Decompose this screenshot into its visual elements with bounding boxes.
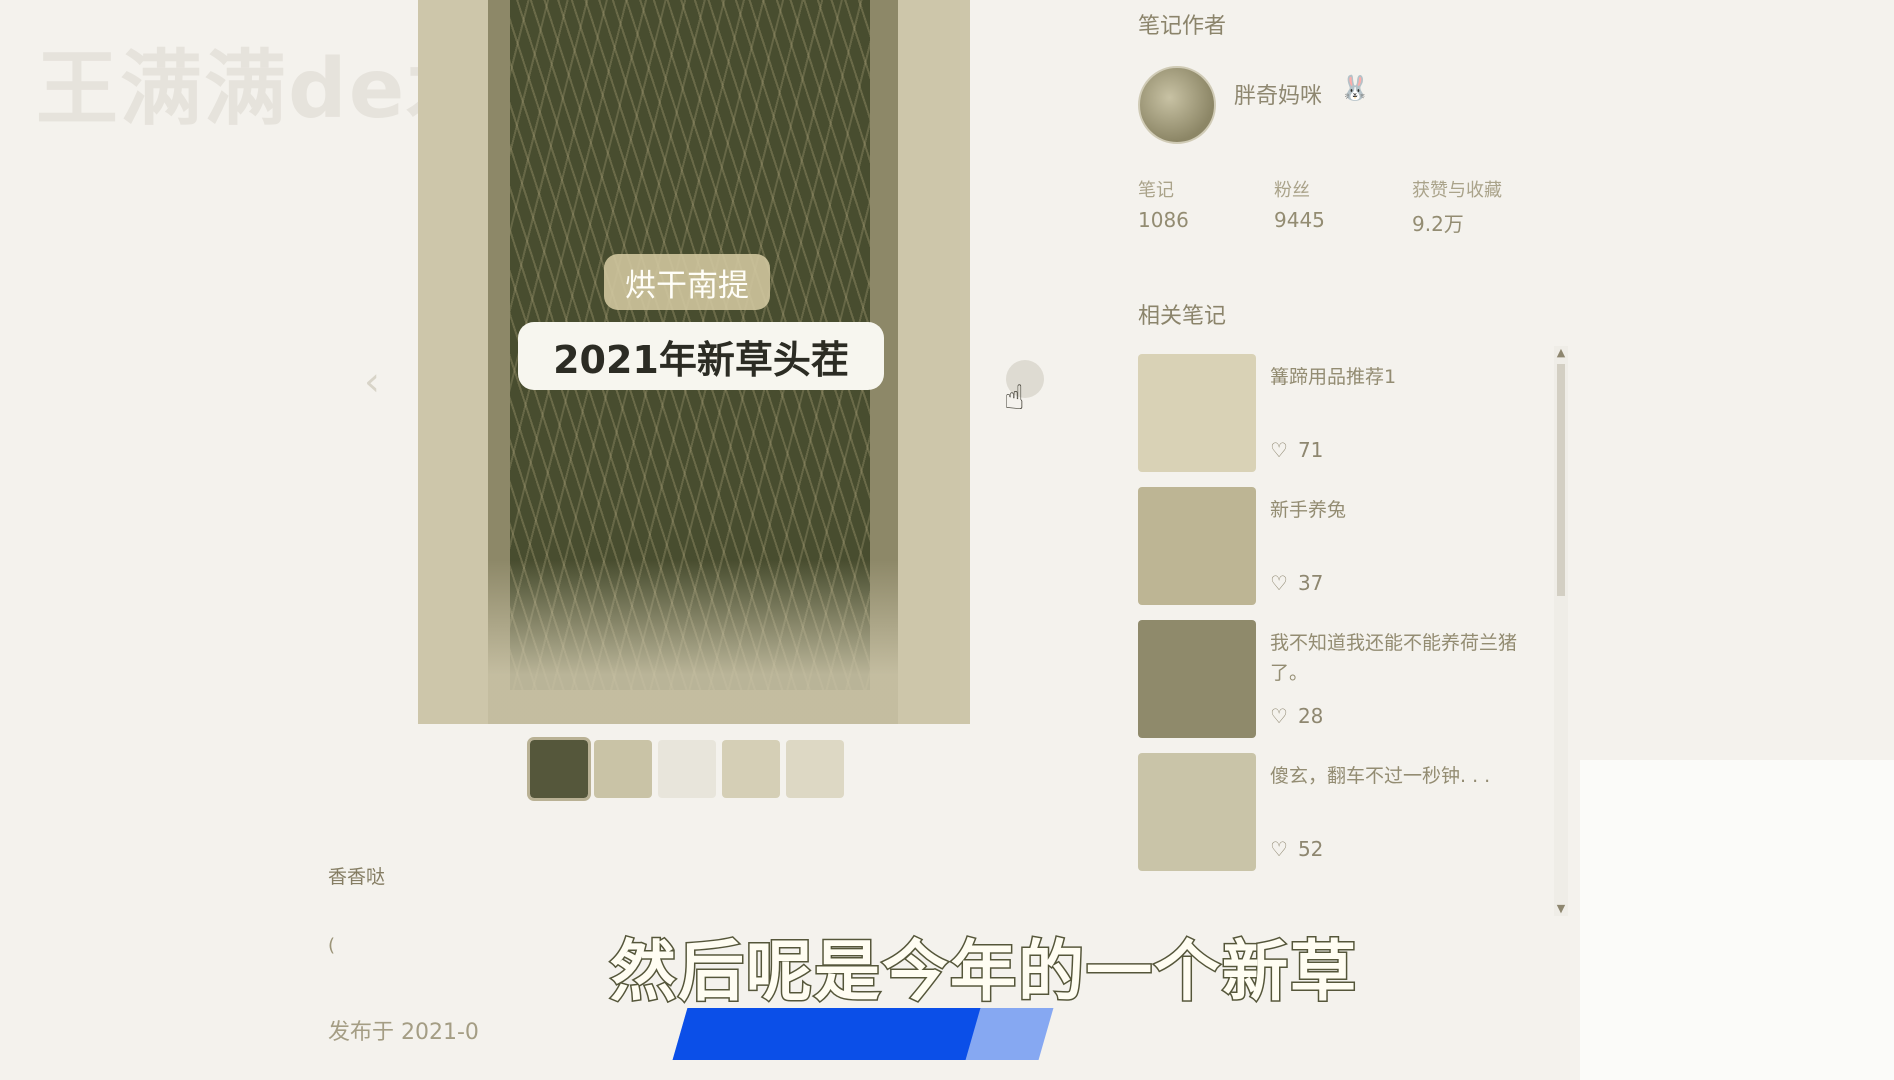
like-count: 71 [1297, 438, 1324, 462]
like-count: 37 [1297, 571, 1324, 595]
like-count: 28 [1297, 704, 1324, 728]
heart-icon: ♡ [1270, 704, 1288, 728]
chevron-left-icon: ‹ [364, 359, 380, 405]
related-note-title: 新手养兔 [1270, 499, 1347, 521]
related-note-title: 我不知道我还能不能养荷兰猪了。 [1270, 632, 1518, 684]
stat-fans-value: 9445 [1274, 208, 1325, 232]
related-note-item[interactable]: 篝蹄用品推荐1 ♡ 71 [1138, 354, 1548, 487]
related-note-thumbnail [1138, 753, 1256, 871]
video-progress-bar[interactable] [672, 1008, 1054, 1060]
related-list-scrollbar[interactable]: ▲ ▼ [1554, 346, 1568, 916]
related-note-likes[interactable]: ♡ 52 [1270, 837, 1323, 861]
heart-icon: ♡ [1270, 571, 1288, 595]
like-count: 52 [1297, 837, 1324, 861]
image-title-label: 2021年新草头茬 [518, 322, 884, 390]
image-thumbnail-strip [527, 737, 844, 801]
author-section-title: 笔记作者 [1138, 14, 1227, 39]
related-note-item[interactable]: 新手养兔 ♡ 37 [1138, 487, 1548, 620]
stat-notes-label: 笔记 [1138, 180, 1174, 201]
related-notes-list: 篝蹄用品推荐1 ♡ 71 新手养兔 ♡ 37 我不知道我还能不能养荷兰猪了。 ♡… [1138, 354, 1548, 902]
related-note-likes[interactable]: ♡ 28 [1270, 704, 1323, 728]
related-note-thumbnail [1138, 620, 1256, 738]
rabbit-badge-icon: 🐰 [1340, 74, 1370, 102]
image-tag-label: 烘干南提 [604, 254, 770, 310]
related-note-likes[interactable]: ♡ 37 [1270, 571, 1323, 595]
related-note-item[interactable]: 傻玄，翻车不过一秒钟. . . ♡ 52 [1138, 753, 1548, 886]
related-section-title: 相关笔记 [1138, 304, 1227, 329]
hand-cursor-icon: ☝ [1004, 378, 1025, 418]
note-caption: 香香哒 [328, 866, 386, 888]
scrollbar-thumb[interactable] [1557, 364, 1565, 596]
related-note-title: 傻玄，翻车不过一秒钟. . . [1270, 765, 1491, 787]
image-floor [418, 560, 970, 724]
progress-fill [672, 1008, 981, 1060]
stat-likes-label: 获赞与收藏 [1412, 180, 1502, 201]
thumbnail-4[interactable] [722, 740, 780, 798]
related-note-thumbnail [1138, 354, 1256, 472]
related-note-item[interactable]: 我不知道我还能不能养荷兰猪了。 ♡ 28 [1138, 620, 1548, 753]
related-note-likes[interactable]: ♡ 71 [1270, 438, 1323, 462]
stat-notes-value: 1086 [1138, 208, 1189, 232]
author-avatar[interactable] [1138, 66, 1216, 144]
prev-image-button[interactable]: ‹ [352, 359, 392, 405]
scroll-down-arrow-icon[interactable]: ▼ [1554, 902, 1568, 915]
sidebar: 笔记作者 胖奇妈咪 🐰 笔记 1086 粉丝 9445 获赞与收藏 9.2万 相… [1120, 0, 1580, 1080]
note-caption-extra: ( [328, 935, 336, 956]
thumbnail-5[interactable] [786, 740, 844, 798]
heart-icon: ♡ [1270, 438, 1288, 462]
thumbnail-2[interactable] [594, 740, 652, 798]
stat-likes-collects: 获赞与收藏 9.2万 [1412, 176, 1552, 237]
thumbnail-1[interactable] [527, 737, 591, 801]
stat-fans-label: 粉丝 [1274, 180, 1310, 201]
stat-likes-value: 9.2万 [1412, 212, 1464, 236]
note-main-image[interactable]: 烘干南提 2021年新草头茬 [418, 0, 970, 724]
related-note-title: 篝蹄用品推荐1 [1270, 366, 1397, 388]
heart-icon: ♡ [1270, 837, 1288, 861]
scroll-up-arrow-icon[interactable]: ▲ [1554, 346, 1568, 359]
stat-fans: 粉丝 9445 [1274, 176, 1414, 232]
related-note-thumbnail [1138, 487, 1256, 605]
thumbnail-3[interactable] [658, 740, 716, 798]
author-name[interactable]: 胖奇妈咪 [1234, 78, 1322, 110]
stat-notes: 笔记 1086 [1138, 176, 1278, 232]
overlay-blank-panel [1580, 760, 1894, 1080]
publish-date: 发布于 2021-0 [328, 1020, 479, 1045]
